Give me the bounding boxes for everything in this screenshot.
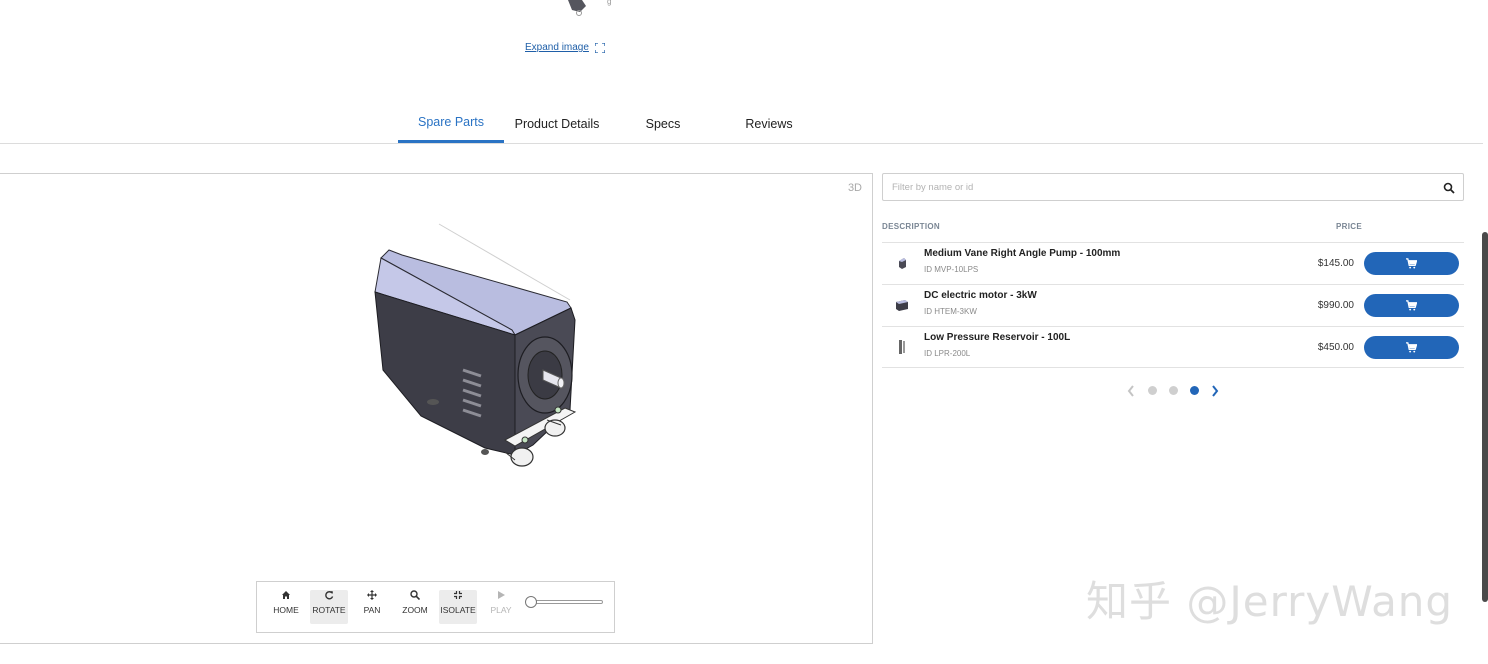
pump-thumbnail [899,258,906,269]
tab-spare-parts[interactable]: Spare Parts [398,104,504,143]
chevron-left-icon[interactable] [1126,384,1136,398]
isolate-button[interactable]: ISOLATE [439,590,477,624]
price-header: PRICE [1336,222,1362,231]
rotate-button[interactable]: ROTATE [310,590,348,624]
part-id: ID LPR-200L [924,349,971,358]
parts-filter [882,173,1464,201]
slider-thumb[interactable] [525,596,537,608]
zoom-button[interactable]: ZOOM [396,590,434,624]
product-tabs: Spare Parts Product Details Specs Review… [0,104,1483,144]
part-id: ID MVP-10LPS [924,265,979,274]
pan-icon [367,590,377,600]
description-header: DESCRIPTION [882,222,940,231]
viewer-toolbar: HOME ROTATE PAN ZOOM ISOLATE PLAY [256,581,615,633]
play-label: PLAY [490,605,512,615]
isolate-icon [454,591,462,599]
pan-button[interactable]: PAN [353,590,391,624]
product-image-partial: g [560,0,620,20]
part-id: ID HTEM-3KW [924,307,977,316]
play-icon [498,591,505,599]
part-row: Medium Vane Right Angle Pump - 100mm ID … [882,242,1464,284]
part-name: Medium Vane Right Angle Pump - 100mm [924,248,1121,259]
pan-label: PAN [363,605,381,615]
expand-image-label: Expand image [525,42,589,53]
expand-icon [594,42,605,53]
viewer-mode-label: 3D [847,182,862,194]
part-price: $145.00 [1317,258,1354,269]
add-to-cart-button[interactable] [1364,336,1459,359]
cart-icon [1406,342,1417,353]
animation-slider[interactable] [525,596,603,608]
rotate-icon [325,591,334,600]
zoom-icon [410,590,420,600]
part-name: DC electric motor - 3kW [924,290,1037,301]
filter-input[interactable] [883,174,1463,200]
part-row: DC electric motor - 3kW ID HTEM-3KW $990… [882,284,1464,326]
home-label: HOME [273,605,299,615]
parts-pagination [1124,383,1224,399]
watermark: 知乎 @JerryWang [1086,577,1454,626]
part-price: $990.00 [1317,300,1354,311]
part-name: Low Pressure Reservoir - 100L [924,332,1071,343]
zoom-label: ZOOM [402,605,428,615]
rotate-label: ROTATE [312,605,346,615]
expand-image-link[interactable]: Expand image [525,42,605,53]
cart-icon [1406,258,1417,269]
motor-thumbnail [896,300,908,311]
tab-product-details[interactable]: Product Details [504,104,610,143]
add-to-cart-button[interactable] [1364,294,1459,317]
search-icon[interactable] [1443,182,1455,194]
home-icon [282,591,290,599]
home-button[interactable]: HOME [267,590,305,624]
isolate-label: ISOLATE [440,605,476,615]
tab-reviews[interactable]: Reviews [716,104,822,143]
page-dot-3[interactable] [1190,386,1199,395]
page-dot-1[interactable] [1148,386,1157,395]
tab-specs[interactable]: Specs [610,104,716,143]
add-to-cart-button[interactable] [1364,252,1459,275]
part-price: $450.00 [1317,342,1354,353]
svg-text:g: g [607,0,611,6]
chevron-right-icon[interactable] [1210,384,1220,398]
cart-icon [1406,300,1417,311]
part-row: Low Pressure Reservoir - 100L ID LPR-200… [882,326,1464,368]
slider-track [530,600,603,604]
reservoir-thumbnail [899,340,905,354]
motor-3d-model[interactable] [365,220,585,480]
page-dot-2[interactable] [1169,386,1178,395]
scrollbar[interactable] [1482,232,1488,602]
play-button[interactable]: PLAY [482,590,520,624]
